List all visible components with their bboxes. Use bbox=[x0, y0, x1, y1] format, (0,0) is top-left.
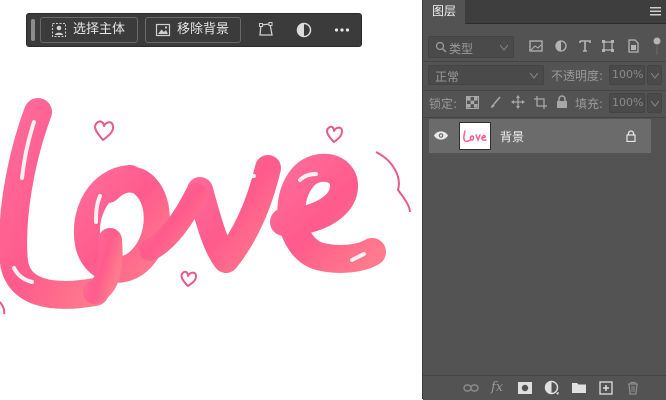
visibility-eye-icon[interactable] bbox=[433, 130, 449, 141]
add-mask-icon[interactable] bbox=[517, 380, 533, 396]
fill-label: 填充: bbox=[575, 97, 604, 111]
opacity-input[interactable]: 100% bbox=[609, 65, 645, 85]
fill-input[interactable]: 100% bbox=[609, 93, 645, 113]
chevron-down-icon bbox=[651, 101, 659, 107]
layer-thumbnail bbox=[459, 122, 491, 150]
chevron-down-icon bbox=[651, 73, 659, 79]
filter-kind-placeholder: 类型 bbox=[449, 42, 474, 56]
fx-effects-icon[interactable]: fx bbox=[491, 380, 507, 396]
remove-background-label: 移除背景 bbox=[177, 22, 230, 37]
love-artwork bbox=[0, 98, 411, 315]
lock-transparent-pixels-icon[interactable] bbox=[466, 96, 479, 109]
new-adjustment-layer-icon[interactable] bbox=[544, 380, 560, 396]
love-thumbnail-image bbox=[463, 130, 487, 143]
layers-bottom-toolbar: fx bbox=[423, 375, 666, 400]
layers-panel: 图层 类型 正常 不透明度: 100% 锁定: 填充: 100% 背景 fx bbox=[422, 0, 666, 400]
layer-name[interactable]: 背景 bbox=[500, 128, 524, 145]
layer-lock-icon bbox=[626, 130, 636, 142]
filter-adjustment-icon[interactable] bbox=[554, 39, 568, 53]
layer-row-background[interactable]: 背景 bbox=[429, 119, 651, 153]
document-canvas[interactable]: 选择主体 移除背景 bbox=[0, 0, 422, 399]
panel-header: 图层 bbox=[423, 0, 666, 24]
lock-label: 锁定: bbox=[429, 97, 458, 111]
blend-mode-value: 正常 bbox=[435, 70, 460, 84]
lock-position-icon[interactable] bbox=[511, 95, 525, 109]
drag-handle[interactable] bbox=[31, 19, 35, 41]
opacity-dropdown[interactable] bbox=[647, 65, 662, 85]
filter-type-icon[interactable] bbox=[578, 39, 592, 53]
tab-layers[interactable]: 图层 bbox=[423, 0, 466, 24]
new-layer-icon[interactable] bbox=[598, 380, 614, 396]
link-layers-icon[interactable] bbox=[463, 380, 479, 396]
remove-background-button[interactable]: 移除背景 bbox=[145, 17, 241, 43]
new-group-folder-icon[interactable] bbox=[571, 380, 587, 396]
select-subject-label: 选择主体 bbox=[73, 22, 126, 37]
filter-smart-object-icon[interactable] bbox=[626, 39, 640, 53]
delete-layer-trash-icon[interactable] bbox=[625, 380, 641, 396]
image-icon bbox=[155, 23, 171, 37]
opacity-value: 100% bbox=[612, 68, 644, 81]
lock-all-icon[interactable] bbox=[556, 95, 568, 109]
transform-icon[interactable] bbox=[257, 21, 275, 39]
panel-menu-icon[interactable] bbox=[650, 7, 661, 16]
contextual-task-bar: 选择主体 移除背景 bbox=[26, 13, 362, 47]
chevron-down-icon bbox=[530, 73, 538, 79]
fill-dropdown[interactable] bbox=[647, 93, 662, 113]
layer-filter-select[interactable]: 类型 bbox=[428, 36, 514, 58]
search-icon bbox=[435, 41, 447, 53]
opacity-label: 不透明度: bbox=[551, 69, 604, 83]
filter-shape-icon[interactable] bbox=[601, 39, 615, 53]
more-options-icon[interactable] bbox=[333, 21, 351, 39]
lock-image-pixels-icon[interactable] bbox=[489, 96, 502, 109]
fill-value: 100% bbox=[612, 96, 644, 109]
blend-mode-select[interactable]: 正常 bbox=[428, 65, 544, 85]
adjustment-icon[interactable] bbox=[295, 21, 313, 39]
lock-artboard-icon[interactable] bbox=[534, 96, 547, 109]
person-select-icon bbox=[52, 23, 66, 37]
chevron-down-icon bbox=[500, 45, 508, 51]
filter-toggle-icon[interactable] bbox=[652, 37, 662, 55]
select-subject-button[interactable]: 选择主体 bbox=[40, 17, 138, 43]
filter-pixel-icon[interactable] bbox=[529, 39, 543, 53]
